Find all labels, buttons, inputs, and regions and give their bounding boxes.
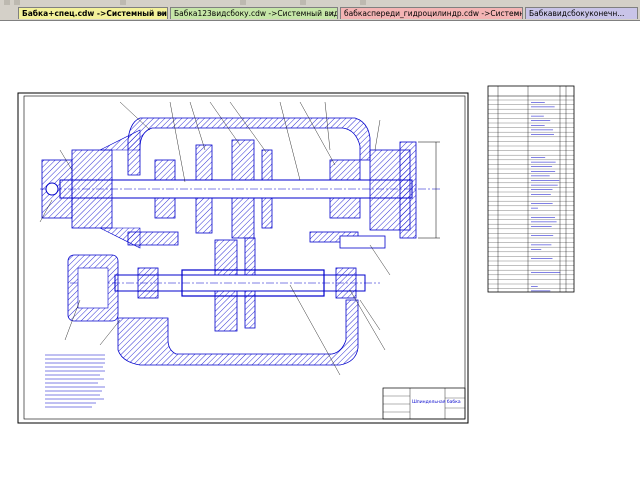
toolbar-button[interactable] [240,0,246,5]
tab-label: Бабка+спец.cdw ->Системный вид [22,9,168,18]
technical-notes [45,355,105,407]
fitting [340,236,385,248]
housing-bottom [118,300,358,365]
toolbar-button[interactable] [14,0,20,5]
tab-babka-side[interactable]: Бабка123видсбоку.cdw ->Системный вид × [170,7,338,19]
toolbar-button[interactable] [300,0,306,5]
bearing-rear-top [330,160,360,180]
toolbar-button[interactable] [120,0,126,5]
rear-nut [46,183,58,195]
document-tabs: Бабка+спец.cdw ->Системный вид × Бабка12… [0,6,640,21]
close-icon[interactable]: × [329,8,335,19]
gear-2-bottom [232,198,254,238]
close-icon[interactable]: × [514,8,520,19]
gear-4-top [215,240,237,275]
bearing-rear-bottom [330,198,360,218]
tab-babka-spec[interactable]: Бабка+спец.cdw ->Системный вид × [18,7,168,19]
gear-3-top [262,150,272,180]
drawing-canvas[interactable]: Шпиндельная бабка [0,21,640,480]
tab-babka-front[interactable]: бабкаспереди_гидроцилиндр.cdw ->Системны… [340,7,523,19]
bearing-lower-left [138,268,158,298]
gear-5-bottom [245,291,255,328]
gear-1-bottom [196,198,212,233]
spindle-nose [400,142,416,238]
tab-label: Бабкавидсбокуконечн... [529,9,624,18]
title-block-name: Шпиндельная бабка [412,399,461,405]
tab-label: бабкаспереди_гидроцилиндр.cdw ->Системны… [344,9,523,18]
close-icon[interactable]: × [159,8,165,19]
gear-4-bottom [215,291,237,331]
bearing-lower-right [336,268,356,298]
toolbar-button[interactable] [4,0,10,5]
toolbar-button[interactable] [360,0,366,5]
title-block: Шпиндельная бабка [383,388,465,419]
rear-bearing-housing [72,150,112,228]
tab-babka-final[interactable]: Бабкавидсбокуконечн... [525,7,638,19]
tab-label: Бабка123видсбоку.cdw ->Системный вид [174,9,338,18]
bearing-front-top [155,160,175,180]
gear-3-bottom [262,198,272,228]
drawing-svg: Шпиндельная бабка [0,21,640,480]
gear-5-top [245,238,255,275]
gear-1-top [196,145,212,180]
gear-2-top [232,140,254,180]
bearing-front-bottom [155,198,175,218]
